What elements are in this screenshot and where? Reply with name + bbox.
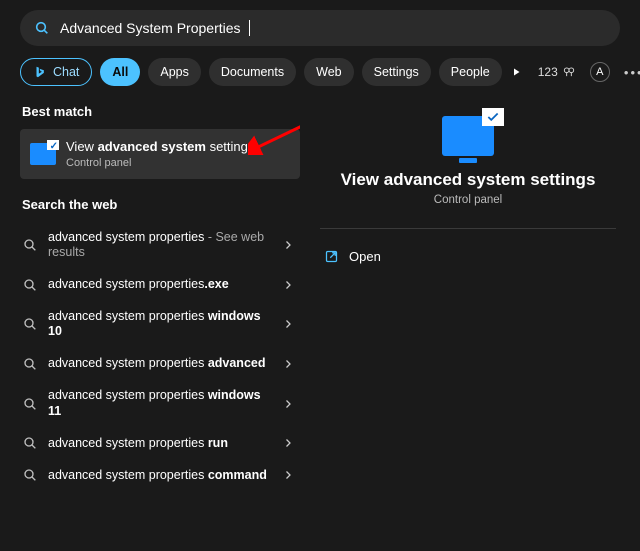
best-match-result[interactable]: ✓ View advanced system settings Control … — [20, 129, 300, 179]
web-suggestion[interactable]: advanced system properties - See web res… — [20, 222, 300, 269]
chevron-right-icon — [282, 437, 294, 449]
score-value: 123 — [538, 65, 558, 79]
search-icon — [22, 316, 38, 332]
filter-settings[interactable]: Settings — [362, 58, 431, 86]
web-suggestion-text: advanced system properties windows 10 — [48, 309, 272, 340]
open-label: Open — [349, 249, 381, 264]
filter-row: Chat All Apps Documents Web Settings Peo… — [0, 46, 640, 96]
best-match-label: Best match — [22, 104, 300, 119]
web-suggestion-text: advanced system properties - See web res… — [48, 230, 272, 261]
toolbar-right: 123 A ••• — [538, 58, 640, 86]
text-caret — [249, 20, 250, 36]
web-suggestion-text: advanced system properties windows 11 — [48, 388, 272, 419]
search-icon — [22, 237, 38, 253]
arrow-annotation — [248, 121, 300, 155]
filter-web[interactable]: Web — [304, 58, 353, 86]
filter-people[interactable]: People — [439, 58, 502, 86]
filter-more-icon[interactable] — [510, 62, 522, 82]
preview-subtitle: Control panel — [320, 194, 616, 206]
web-suggestion[interactable]: advanced system properties windows 11 — [20, 380, 300, 427]
chat-label: Chat — [53, 65, 79, 79]
divider — [320, 228, 616, 229]
open-icon — [324, 249, 339, 264]
more-icon[interactable]: ••• — [624, 62, 640, 82]
chevron-right-icon — [282, 279, 294, 291]
search-icon — [22, 356, 38, 372]
chevron-right-icon — [282, 318, 294, 330]
control-panel-icon: ✓ — [30, 143, 56, 165]
search-input-text[interactable]: Advanced System Properties — [60, 20, 241, 36]
web-suggestion[interactable]: advanced system properties.exe — [20, 269, 300, 301]
web-suggestion-text: advanced system properties advanced — [48, 356, 272, 372]
web-suggestions-list: advanced system properties - See web res… — [20, 222, 300, 492]
chevron-right-icon — [282, 398, 294, 410]
chevron-right-icon — [282, 358, 294, 370]
web-suggestion[interactable]: advanced system properties command — [20, 459, 300, 491]
search-web-label: Search the web — [22, 197, 300, 212]
best-match-subtitle: Control panel — [66, 157, 254, 169]
filter-all[interactable]: All — [100, 58, 140, 86]
web-suggestion[interactable]: advanced system properties run — [20, 427, 300, 459]
filter-apps[interactable]: Apps — [148, 58, 201, 86]
search-icon — [22, 435, 38, 451]
open-action[interactable]: Open — [320, 239, 616, 274]
filter-documents[interactable]: Documents — [209, 58, 296, 86]
rewards-score[interactable]: 123 — [538, 65, 576, 79]
web-suggestion[interactable]: advanced system properties advanced — [20, 348, 300, 380]
search-icon — [22, 277, 38, 293]
web-suggestion[interactable]: advanced system properties windows 10 — [20, 301, 300, 348]
best-match-title: View advanced system settings — [66, 139, 254, 155]
search-icon — [22, 467, 38, 483]
preview-pane: View advanced system settings Control pa… — [310, 96, 626, 537]
profile-badge[interactable]: A — [590, 62, 610, 82]
chevron-right-icon — [282, 239, 294, 251]
bing-icon — [33, 65, 47, 79]
web-suggestion-text: advanced system properties run — [48, 436, 272, 452]
rewards-icon — [562, 65, 576, 79]
chevron-right-icon — [282, 469, 294, 481]
web-suggestion-text: advanced system properties.exe — [48, 277, 272, 293]
search-bar[interactable]: Advanced System Properties — [20, 10, 620, 46]
search-icon — [22, 396, 38, 412]
chat-chip[interactable]: Chat — [20, 58, 92, 86]
checkmark-icon — [486, 110, 500, 124]
preview-title: View advanced system settings — [320, 170, 616, 190]
preview-icon — [320, 116, 616, 156]
web-suggestion-text: advanced system properties command — [48, 468, 272, 484]
search-icon — [34, 20, 50, 36]
